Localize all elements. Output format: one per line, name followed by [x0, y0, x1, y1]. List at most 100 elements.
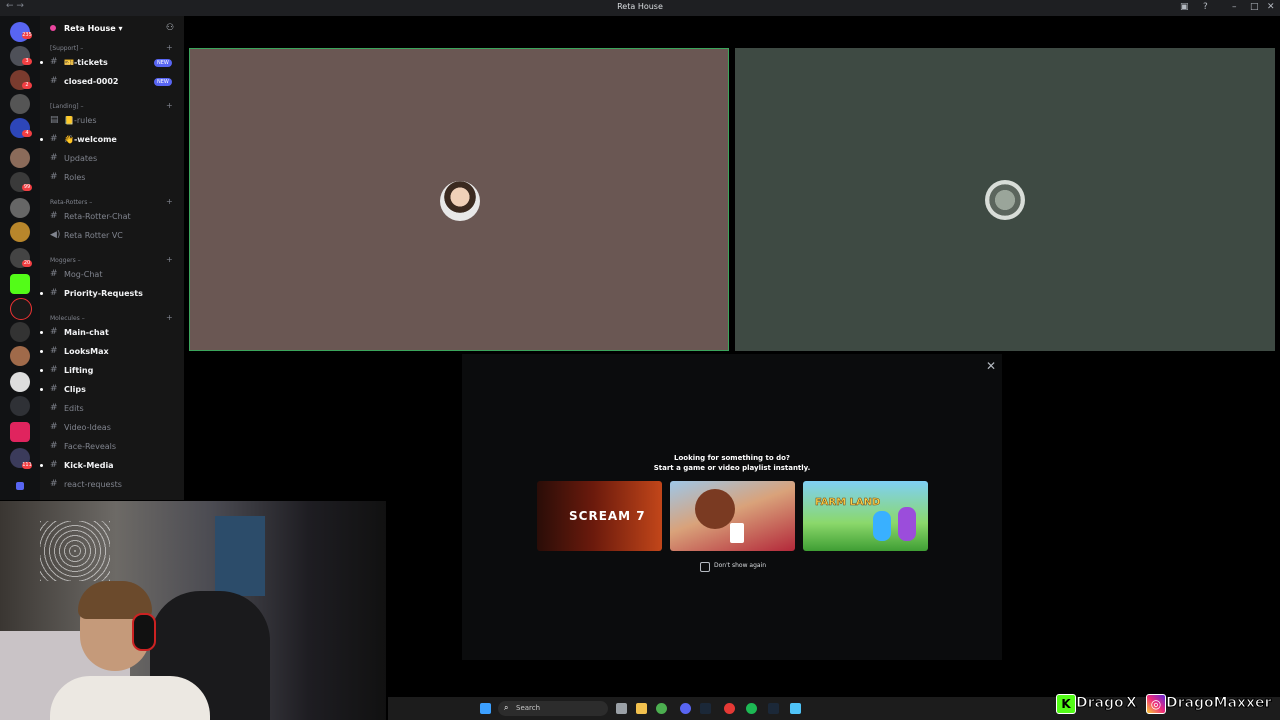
- close-icon[interactable]: ✕: [986, 359, 996, 373]
- channel-lifting[interactable]: # Lifting: [40, 364, 180, 378]
- instagram-handle: DragoMaxxer: [1165, 695, 1272, 712]
- stream-social-overlay: K Drago X ◎ DragoMaxxer: [1052, 692, 1272, 716]
- channel-tickets[interactable]: # 🎫-tickets NEW: [40, 56, 180, 70]
- server-icon[interactable]: [10, 148, 30, 168]
- unread-dot: [40, 350, 43, 353]
- voice-channel-icon: ◀): [50, 230, 61, 240]
- discord-icon[interactable]: [680, 703, 691, 714]
- unread-dot: [40, 292, 43, 295]
- steam-icon[interactable]: [700, 703, 711, 714]
- guild-name[interactable]: Reta House ▾: [64, 24, 122, 33]
- hash-icon: #: [50, 288, 58, 298]
- channel-clips[interactable]: # Clips: [40, 383, 180, 397]
- server-icon[interactable]: [10, 346, 30, 366]
- character-art: [695, 489, 735, 529]
- server-icon[interactable]: [10, 422, 30, 442]
- channel-updates[interactable]: # Updates: [50, 152, 180, 166]
- server-icon[interactable]: [10, 372, 30, 392]
- title-bar: ← → Reta House ▣ ? – □ ✕: [0, 0, 1280, 16]
- instagram-logo-icon: ◎: [1146, 694, 1166, 714]
- add-channel-icon[interactable]: +: [166, 101, 173, 110]
- help-icon[interactable]: ?: [1203, 2, 1208, 12]
- inbox-icon[interactable]: ▣: [1180, 2, 1189, 12]
- kick-server-icon[interactable]: [10, 274, 30, 294]
- hash-icon: #: [50, 479, 58, 489]
- unread-dot: [40, 61, 43, 64]
- hash-icon: #: [50, 269, 58, 279]
- hash-icon: #: [50, 211, 58, 221]
- category-support[interactable]: [Support] –: [50, 45, 83, 52]
- channel-video-ideas[interactable]: # Video-Ideas: [50, 421, 180, 435]
- hash-icon: #: [50, 134, 58, 144]
- activity-title: Looking for something to do?: [674, 454, 790, 462]
- activity-card-cards[interactable]: [670, 481, 795, 551]
- hash-icon: #: [50, 346, 58, 356]
- chrome-icon[interactable]: [656, 703, 667, 714]
- close-icon[interactable]: ✕: [1267, 2, 1275, 12]
- channel-react-requests[interactable]: # react-requests: [50, 478, 180, 492]
- channel-mog-chat[interactable]: # Mog-Chat: [50, 268, 180, 282]
- activity-card-scream[interactable]: SCREAM 7: [537, 481, 662, 551]
- category-moggers[interactable]: Moggers –: [50, 257, 81, 264]
- channel-roles[interactable]: # Roles: [50, 171, 180, 185]
- server-icon[interactable]: [10, 222, 30, 242]
- voice-participant-tile[interactable]: [189, 48, 729, 351]
- server-icon[interactable]: [10, 198, 30, 218]
- hash-icon: #: [50, 172, 58, 182]
- webcam-overlay: [0, 501, 386, 720]
- category-landing[interactable]: [Landing] –: [50, 103, 84, 110]
- channel-closed[interactable]: # closed-0002 NEW: [50, 75, 180, 89]
- activity-card-farmland[interactable]: FARM LAND: [803, 481, 928, 551]
- add-channel-icon[interactable]: +: [166, 313, 173, 322]
- channel-kick-media[interactable]: # Kick-Media: [40, 459, 180, 473]
- wall-lights: [40, 521, 110, 581]
- window-title: Reta House: [617, 2, 663, 11]
- server-icon[interactable]: [10, 396, 30, 416]
- hash-icon: #: [50, 384, 58, 394]
- category-reta-rotters[interactable]: Reta-Rotters –: [50, 199, 92, 206]
- add-channel-icon[interactable]: +: [166, 197, 173, 206]
- playing-card-art: [730, 523, 744, 543]
- search-icon: ⌕: [504, 703, 509, 712]
- task-view-icon[interactable]: [616, 703, 627, 714]
- folder-icon[interactable]: [16, 482, 24, 490]
- channel-reta-rotter-chat[interactable]: # Reta-Rotter-Chat: [50, 210, 180, 224]
- hash-icon: #: [50, 76, 58, 86]
- channel-reta-rotter-vc[interactable]: ◀) Reta Rotter VC: [50, 229, 180, 243]
- character-art: [898, 507, 916, 541]
- steam-icon[interactable]: [768, 703, 779, 714]
- category-molecules[interactable]: Molecules –: [50, 315, 85, 322]
- streamer-shirt: [50, 676, 210, 720]
- activity-suggestion-panel: ✕ Looking for something to do? Start a g…: [462, 354, 1002, 660]
- channel-priority-requests[interactable]: # Priority-Requests: [40, 287, 180, 301]
- minimize-icon[interactable]: –: [1232, 2, 1237, 12]
- channel-face-reveals[interactable]: # Face-Reveals: [50, 440, 180, 454]
- hash-icon: #: [50, 327, 58, 337]
- checkbox-box[interactable]: [700, 562, 710, 572]
- channel-main-chat[interactable]: # Main-chat: [40, 326, 180, 340]
- channel-looksmax[interactable]: # LooksMax: [40, 345, 180, 359]
- server-icon[interactable]: [10, 94, 30, 114]
- add-member-icon[interactable]: ⚇: [166, 23, 174, 33]
- spotify-icon[interactable]: [746, 703, 757, 714]
- server-icon[interactable]: [10, 298, 32, 320]
- channel-edits[interactable]: # Edits: [50, 402, 180, 416]
- new-badge: NEW: [154, 59, 172, 67]
- add-channel-icon[interactable]: +: [166, 255, 173, 264]
- app-icon[interactable]: [724, 703, 735, 714]
- server-badge: 2: [22, 82, 32, 89]
- notepad-icon[interactable]: [790, 703, 801, 714]
- server-rail: 235 3 2 4 99 20 111: [0, 16, 40, 500]
- add-channel-icon[interactable]: +: [166, 43, 173, 52]
- taskbar-search[interactable]: ⌕ Search: [498, 701, 608, 716]
- server-icon[interactable]: [10, 322, 30, 342]
- dont-show-again-checkbox[interactable]: Don't show again: [700, 562, 780, 574]
- unread-dot: [40, 138, 43, 141]
- maximize-icon[interactable]: □: [1250, 2, 1259, 12]
- new-badge: NEW: [154, 78, 172, 86]
- channel-rules[interactable]: ▤ 📒-rules: [50, 114, 180, 128]
- start-icon[interactable]: [480, 703, 491, 714]
- file-explorer-icon[interactable]: [636, 703, 647, 714]
- voice-participant-tile[interactable]: [735, 48, 1275, 351]
- channel-welcome[interactable]: # 👋-welcome: [40, 133, 180, 147]
